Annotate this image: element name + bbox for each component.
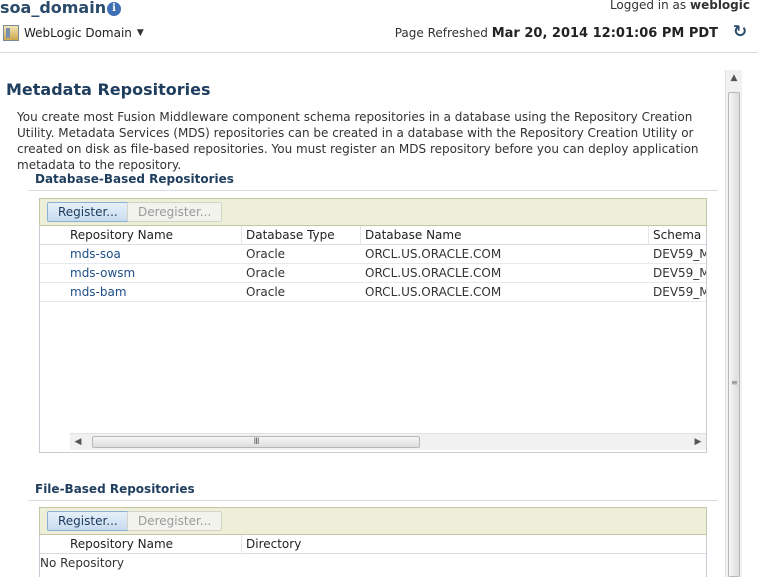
db-repos-heading: Database-Based Repositories: [35, 172, 234, 186]
database-type-cell: Oracle: [246, 247, 286, 261]
file-repos-table: Repository Name Directory No Repository: [39, 535, 707, 577]
page-description: You create most Fusion Middleware compon…: [17, 110, 699, 172]
info-icon[interactable]: i: [107, 2, 121, 16]
col-database-type[interactable]: Database Type: [246, 226, 360, 245]
scroll-right-icon[interactable]: ▶: [690, 434, 706, 450]
vscroll-thumb[interactable]: ≡: [728, 92, 740, 577]
scroll-left-icon[interactable]: ◀: [70, 434, 86, 450]
col-database-name[interactable]: Database Name: [365, 226, 645, 245]
scroll-up-icon[interactable]: ▲: [726, 70, 742, 87]
refresh-prefix: Page Refreshed: [394, 26, 488, 40]
hscroll-thumb[interactable]: III: [92, 436, 420, 448]
page-refresh-status: Page Refreshed Mar 20, 2014 12:01:06 PM …: [395, 26, 718, 41]
database-name-cell: ORCL.US.ORACLE.COM: [365, 266, 502, 280]
grip-icon: ≡: [731, 378, 738, 387]
domain-icon: [3, 25, 19, 41]
table-row[interactable]: mds-soa Oracle ORCL.US.ORACLE.COM DEV59_…: [40, 245, 706, 264]
table-row[interactable]: mds-owsm Oracle ORCL.US.ORACLE.COM DEV59…: [40, 264, 706, 283]
table-row[interactable]: mds-bam Oracle ORCL.US.ORACLE.COM DEV59_…: [40, 283, 706, 302]
domain-menu-label: WebLogic Domain: [24, 26, 132, 40]
page-vscrollbar[interactable]: ▲ ≡: [725, 70, 742, 577]
repository-link[interactable]: mds-soa: [70, 245, 240, 264]
db-repos-toolbar: Register... Deregister...: [39, 198, 707, 226]
col-repository-name[interactable]: Repository Name: [70, 226, 240, 245]
col-schema-name[interactable]: Schema N: [653, 226, 706, 245]
refresh-icon[interactable]: ↻: [731, 23, 749, 41]
empty-row: No Repository: [40, 554, 706, 573]
database-type-cell: Oracle: [246, 285, 286, 299]
file-deregister-button: Deregister...: [127, 511, 223, 531]
logged-in-prefix: Logged in as: [609, 0, 687, 12]
database-name-cell: ORCL.US.ORACLE.COM: [365, 247, 502, 261]
database-name-cell: ORCL.US.ORACLE.COM: [365, 285, 502, 299]
repository-link[interactable]: mds-bam: [70, 283, 240, 302]
file-repos-divider: [28, 500, 718, 501]
file-repos-heading: File-Based Repositories: [35, 482, 195, 496]
db-repos-divider: [28, 190, 718, 191]
schema-name-cell: DEV59_M: [653, 247, 707, 261]
col-directory[interactable]: Directory: [246, 535, 546, 554]
db-deregister-button: Deregister...: [127, 202, 223, 222]
logged-in-user: weblogic: [690, 0, 750, 12]
header-divider: [0, 52, 758, 53]
file-table-header: Repository Name Directory: [40, 535, 706, 554]
schema-name-cell: DEV59_M: [653, 266, 707, 280]
file-repos-toolbar: Register... Deregister...: [39, 507, 707, 535]
db-repos-table: Repository Name Database Type Database N…: [39, 226, 707, 453]
repository-link[interactable]: mds-owsm: [70, 264, 240, 283]
domain-title: soa_domain: [0, 0, 107, 17]
schema-name-cell: DEV59_M: [653, 285, 707, 299]
file-register-button[interactable]: Register...: [47, 511, 129, 531]
logged-in-status: Logged in as weblogic: [610, 0, 750, 12]
page-title: Metadata Repositories: [6, 80, 211, 99]
db-table-header: Repository Name Database Type Database N…: [40, 226, 706, 245]
refresh-timestamp: Mar 20, 2014 12:01:06 PM PDT: [491, 26, 718, 41]
no-repository-text: No Repository: [40, 556, 124, 570]
chevron-down-icon: ▼: [136, 28, 144, 38]
db-table-hscrollbar[interactable]: ◀ III ▶: [70, 433, 706, 450]
database-type-cell: Oracle: [246, 266, 286, 280]
weblogic-domain-menu[interactable]: WebLogic Domain ▼: [3, 24, 144, 42]
db-register-button[interactable]: Register...: [47, 202, 129, 222]
col-repository-name[interactable]: Repository Name: [70, 535, 240, 554]
